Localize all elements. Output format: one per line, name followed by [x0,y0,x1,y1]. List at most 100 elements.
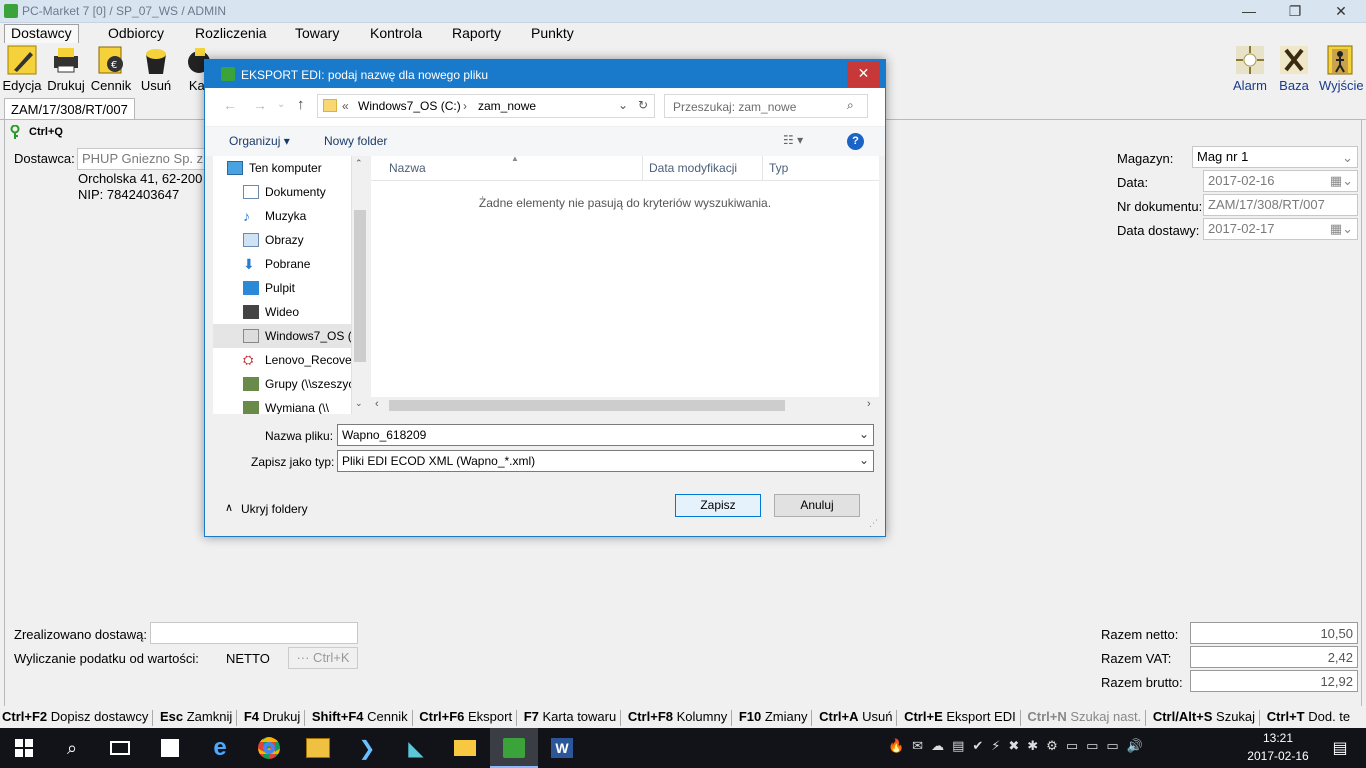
nav-item-computer[interactable]: Ten komputer [213,156,367,180]
forward-arrow-icon[interactable]: → [253,97,267,113]
menu-towary[interactable]: Towary [295,25,339,41]
zrealizowano-field[interactable] [150,622,358,644]
menu-kontrola[interactable]: Kontrola [370,25,422,41]
tab-document[interactable]: ZAM/17/308/RT/007 [4,98,135,120]
sb-label[interactable]: Szukaj [1216,708,1255,725]
sb-label[interactable]: Eksport [468,708,512,725]
sb-key[interactable]: Ctrl+T [1267,708,1305,725]
data-dostawy-field[interactable]: 2017-02-17 ▦⌄ [1203,218,1358,240]
chevron-up-icon[interactable]: ∧ [225,501,233,514]
organize-button[interactable]: Organizuj ▾ [229,134,290,148]
minimize-button[interactable]: — [1226,0,1272,23]
sb-label[interactable]: Zmiany [765,708,808,725]
chevron-down-icon[interactable]: ⌄ [859,453,869,467]
menu-raporty[interactable]: Raporty [452,25,501,41]
address-bar[interactable]: « Windows7_OS (C:) › zam_nowe ⌄ ↻ [317,94,655,118]
scroll-thumb[interactable] [354,210,366,362]
maximize-button[interactable]: ❐ [1272,0,1318,23]
nav-item-recovery[interactable]: ⛭ Lenovo_Recovery [213,348,367,372]
nav-item-music[interactable]: ♪ Muzyka [213,204,367,228]
nav-item-downloads[interactable]: ⬇ Pobrane [213,252,367,276]
sb-key[interactable]: Ctrl+A [819,708,858,725]
menu-punkty[interactable]: Punkty [531,25,574,41]
chrome-icon[interactable] [245,728,293,768]
nav-item-video[interactable]: Wideo [213,300,367,324]
chevron-down-icon[interactable]: ⌄ [859,427,869,441]
address-segment-folder[interactable]: zam_nowe [478,99,536,113]
column-header-modified[interactable]: Data modyfikacji [643,156,763,180]
back-arrow-icon[interactable]: ← [223,97,237,113]
toolbar-wyjscie-button[interactable]: Wyjście [1319,44,1364,96]
clock-time[interactable]: 13:21 [1248,731,1308,745]
scroll-down-icon[interactable]: ⌄ [355,398,363,409]
store-icon[interactable] [146,728,194,768]
sb-key[interactable]: Ctrl/Alt+S [1153,708,1213,725]
nav-item-documents[interactable]: Dokumenty [213,180,367,204]
edge-icon[interactable]: e [196,728,244,768]
start-button[interactable] [0,728,48,768]
sb-key[interactable]: Ctrl+F8 [628,708,673,725]
menu-rozliczenia[interactable]: Rozliczenia [195,25,267,41]
sb-key[interactable]: Ctrl+N [1027,708,1066,725]
recent-chevron-icon[interactable]: ⌄ [277,99,285,110]
data-field[interactable]: 2017-02-16 ▦⌄ [1203,170,1358,192]
search-icon[interactable]: ⌕ [48,728,96,768]
save-button[interactable]: Zapisz [675,494,761,517]
folder-tree-scrollbar[interactable]: ⌃ ⌄ [351,156,368,414]
search-input[interactable]: Przeszukaj: zam_nowe ⌕ [664,94,868,118]
sb-label[interactable]: Karta towaru [543,708,617,725]
address-segment-drive[interactable]: Windows7_OS (C:) [358,99,461,113]
calendar-icon[interactable]: ▦⌄ [1330,173,1353,189]
refresh-icon[interactable]: ↻ [638,98,648,112]
filename-input[interactable]: Wapno_618209 ⌄ [337,424,874,446]
chart-app-icon[interactable]: ◣ [392,728,440,768]
new-folder-button[interactable]: Nowy folder [324,134,387,148]
address-separator[interactable]: › [463,99,467,113]
nav-item-drive-c[interactable]: Windows7_OS (C:) [213,324,367,348]
sb-key[interactable]: Ctrl+E [904,708,943,725]
sb-key[interactable]: F7 [524,708,539,725]
help-button[interactable]: ? [847,133,864,150]
dialog-close-button[interactable]: ✕ [847,61,880,87]
menu-odbiorcy[interactable]: Odbiorcy [108,25,164,41]
sb-key[interactable]: F10 [739,708,761,725]
close-button[interactable]: ✕ [1318,0,1364,23]
sb-key[interactable]: Shift+F4 [312,708,364,725]
nav-item-network-grupy[interactable]: Grupy (\\szeszycz [213,372,367,396]
toolbar-cennik-button[interactable]: € Cennik [90,44,132,96]
hide-folders-button[interactable]: Ukryj foldery [241,502,308,516]
word-icon[interactable]: W [538,728,586,768]
nav-item-network-wymiana[interactable]: Wymiana (\\ [213,396,367,414]
nr-dokumentu-field[interactable]: ZAM/17/308/RT/007 [1203,194,1358,216]
sb-label[interactable]: Kolumny [677,708,728,725]
toolbar-alarm-button[interactable]: Alarm [1229,44,1271,96]
search-icon[interactable]: ⌕ [847,98,854,113]
hscroll-thumb[interactable] [389,400,785,411]
magazyn-select[interactable]: Mag nr 1 ⌄ [1192,146,1358,168]
cancel-button[interactable]: Anuluj [774,494,860,517]
chevron-down-icon[interactable]: ⌄ [618,98,628,112]
task-view-icon[interactable] [96,728,144,768]
address-overflow[interactable]: « [342,99,349,113]
scroll-right-icon[interactable]: › [867,398,871,410]
toolbar-drukuj-button[interactable]: Drukuj [45,44,87,96]
supplier-name-field[interactable]: PHUP Gniezno Sp. z [77,148,207,170]
podatek-ctrlk-button[interactable]: ··· Ctrl+K [288,647,358,669]
scroll-left-icon[interactable]: ‹ [375,398,379,410]
file-explorer-icon[interactable] [441,728,489,768]
sb-key[interactable]: Ctrl+F6 [419,708,464,725]
tray-icons[interactable]: 🔥✉☁▤✔⚡✖✱⚙▭▭▭🔊 [888,738,1228,758]
sb-label[interactable]: Dopisz dostawcy [51,708,149,725]
nav-item-pictures[interactable]: Obrazy [213,228,367,252]
sb-key[interactable]: F4 [244,708,259,725]
column-header-name[interactable]: Nazwa [383,156,643,180]
sb-key[interactable]: Ctrl+F2 [2,708,47,725]
calendar-icon[interactable]: ▦⌄ [1330,221,1353,237]
sb-label[interactable]: Cennik [367,708,407,725]
menu-dostawcy[interactable]: Dostawcy [4,24,79,43]
clock-date[interactable]: 2017-02-16 [1244,749,1312,763]
sb-key[interactable]: Esc [160,708,183,725]
nav-item-desktop[interactable]: Pulpit [213,276,367,300]
outlook-icon[interactable] [294,728,342,768]
resize-grip-icon[interactable]: ⋰ [869,518,878,529]
